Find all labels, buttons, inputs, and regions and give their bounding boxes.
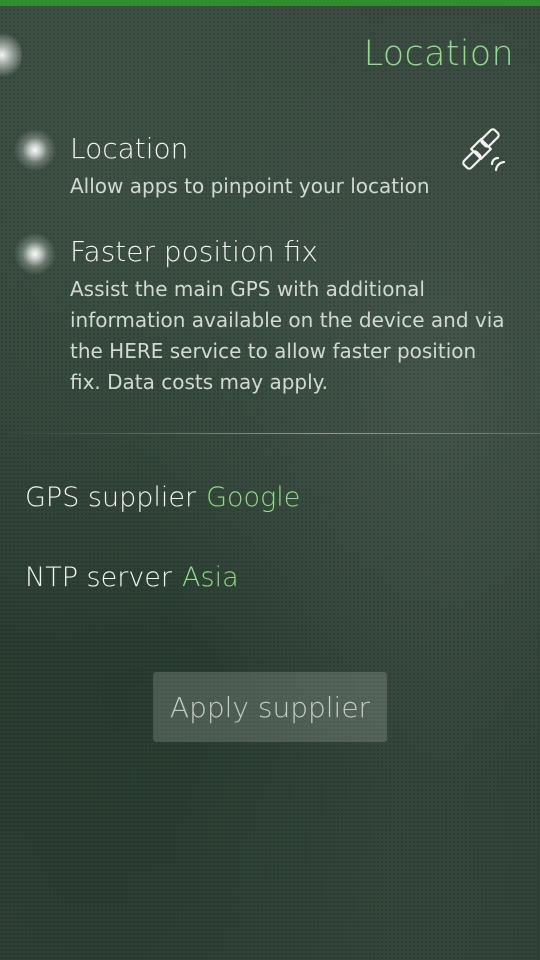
pulley-menu-indicator[interactable] — [0, 30, 22, 80]
gps-supplier-value: Google — [206, 482, 301, 513]
satellite-icon — [462, 128, 506, 172]
gps-supplier-label: GPS supplier — [25, 482, 197, 513]
faster-fix-switch-label[interactable]: Faster position fix — [70, 235, 318, 268]
ntp-server-value: Asia — [182, 562, 239, 593]
gps-supplier-combo[interactable]: GPS supplier Google — [25, 482, 300, 513]
location-switch[interactable] — [13, 128, 57, 172]
ntp-server-combo[interactable]: NTP server Asia — [25, 562, 239, 593]
location-switch-label[interactable]: Location — [70, 132, 188, 165]
top-accent-bar — [0, 0, 540, 6]
ntp-server-label: NTP server — [25, 562, 173, 593]
section-divider — [0, 433, 540, 434]
faster-fix-switch-description: Assist the main GPS with additional info… — [70, 277, 505, 394]
location-switch-description: Allow apps to pinpoint your location — [70, 174, 430, 198]
apply-supplier-button[interactable]: Apply supplier — [153, 672, 387, 742]
faster-fix-switch[interactable] — [13, 232, 57, 276]
page-title: Location — [363, 34, 514, 74]
